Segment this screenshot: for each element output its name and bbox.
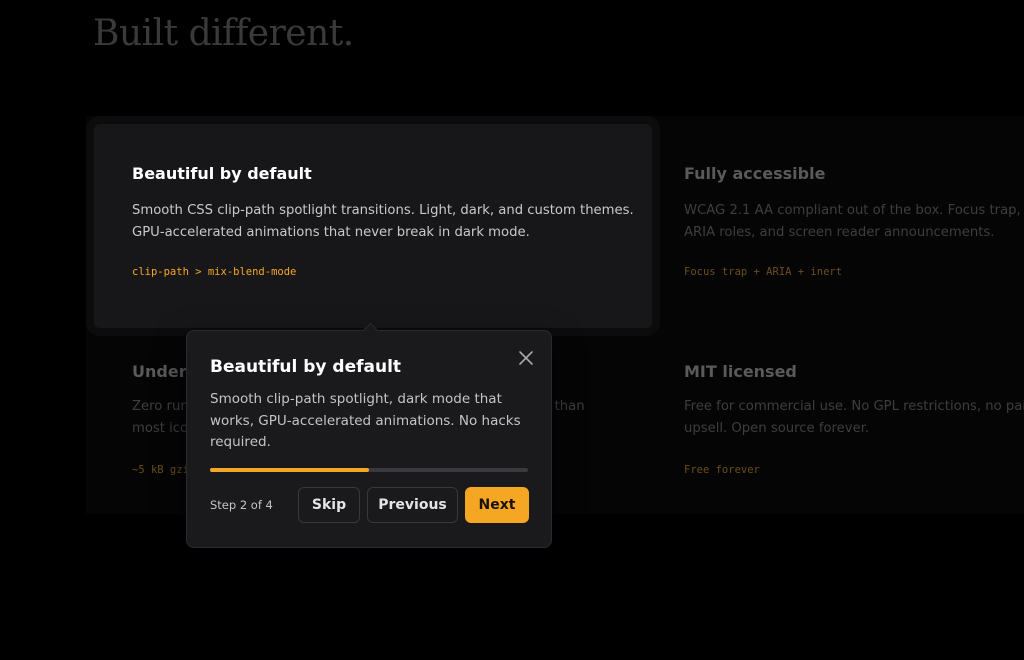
- feature-description-line: GPU-accelerated animations that never br…: [132, 225, 530, 240]
- feature-title: MIT licensed: [684, 362, 797, 381]
- feature-card-mit: MIT licensed Free for commercial use. No…: [646, 336, 1024, 514]
- feature-card-beautiful: Beautiful by default Smooth CSS clip-pat…: [94, 124, 652, 328]
- tour-title: Beautiful by default: [210, 357, 402, 377]
- skip-button[interactable]: Skip: [298, 487, 360, 523]
- feature-description: Free for commercial use. No GPL restrict…: [684, 396, 1024, 440]
- feature-description: WCAG 2.1 AA compliant out of the box. Fo…: [684, 200, 1024, 244]
- step-counter: Step 2 of 4: [210, 498, 273, 512]
- feature-title: Under: [132, 362, 187, 381]
- feature-code-snippet: Focus trap + ARIA + inert: [684, 266, 843, 278]
- tour-progress-fill: [210, 468, 369, 472]
- tour-description: Smooth clip-path spotlight, dark mode th…: [210, 391, 521, 450]
- feature-card-accessible: Fully accessible WCAG 2.1 AA compliant o…: [646, 124, 1024, 328]
- feature-code-snippet: Free forever: [684, 464, 760, 476]
- feature-code-snippet: ~5 kB gzi: [132, 464, 189, 476]
- feature-description-line: Smooth CSS clip-path spotlight transitio…: [132, 203, 634, 218]
- page-headline: Built different.: [93, 13, 354, 54]
- feature-description: Smooth CSS clip-path spotlight transitio…: [132, 200, 634, 244]
- feature-code-snippet: clip-path > mix-blend-mode: [132, 266, 297, 278]
- previous-button[interactable]: Previous: [367, 487, 458, 523]
- tour-popover: Beautiful by default Smooth clip-path sp…: [186, 322, 552, 548]
- close-button[interactable]: [515, 347, 537, 369]
- next-button[interactable]: Next: [465, 487, 529, 523]
- feature-title: Fully accessible: [684, 164, 826, 183]
- feature-description-line: ARIA roles, and screen reader announceme…: [684, 225, 995, 240]
- feature-description-line: WCAG 2.1 AA compliant out of the box. Fo…: [684, 203, 1024, 218]
- feature-description-line: Free for commercial use. No GPL restrict…: [684, 399, 1024, 414]
- close-icon: [519, 351, 533, 365]
- feature-description-line: upsell. Open source forever.: [684, 421, 870, 436]
- feature-description-start: Zero runt: [132, 399, 194, 414]
- feature-title: Beautiful by default: [132, 164, 312, 183]
- tour-progress-bar: [210, 468, 528, 472]
